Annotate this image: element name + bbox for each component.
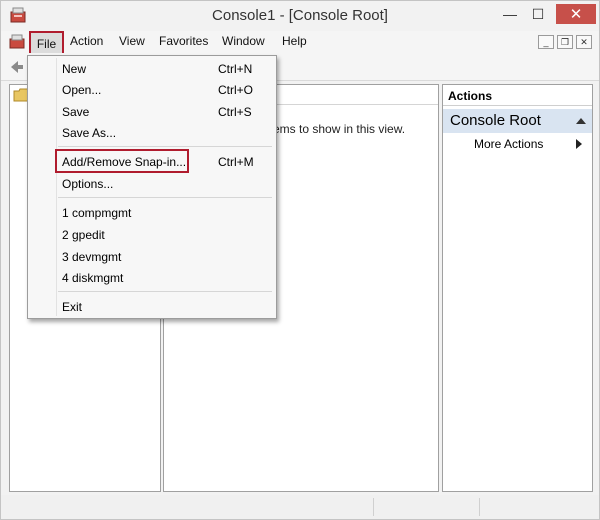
file-menu-dropdown: New Ctrl+N Open... Ctrl+O Save Ctrl+S Sa…	[27, 55, 277, 319]
status-divider	[479, 498, 480, 516]
menu-item-label: Options...	[62, 177, 114, 191]
menu-item-label: Open...	[62, 83, 102, 97]
menu-item-label: 1 compmgmt	[62, 206, 132, 220]
menu-item-options[interactable]: Options...	[28, 173, 276, 194]
menu-item-recent-1[interactable]: 1 compmgmt	[28, 202, 276, 223]
actions-header: Actions	[443, 85, 592, 106]
menu-item-label: Save	[62, 105, 90, 119]
menu-item-label: 3 devmgmt	[62, 250, 122, 264]
menu-item-shortcut: Ctrl+M	[218, 155, 254, 169]
menu-separator	[58, 146, 272, 147]
menu-help[interactable]: Help	[280, 34, 309, 48]
menu-item-shortcut: Ctrl+O	[218, 83, 254, 97]
actions-group-console-root[interactable]: Console Root	[443, 109, 592, 133]
menu-item-label: 2 gpedit	[62, 228, 105, 242]
menu-item-label: Exit	[62, 300, 83, 314]
actions-pane: Actions Console Root More Actions	[442, 84, 593, 492]
collapse-triangle-icon[interactable]	[576, 118, 586, 124]
menu-separator	[58, 291, 272, 292]
maximize-button[interactable]: ☐	[525, 4, 551, 24]
submenu-arrow-icon	[576, 139, 582, 149]
actions-group-label: Console Root	[450, 112, 541, 129]
menu-item-shortcut: Ctrl+N	[218, 62, 253, 76]
menu-item-save-as[interactable]: Save As...	[28, 122, 276, 143]
mmc-window: Console1 - [Console Root] — ☐ ✕ File Act…	[0, 0, 600, 520]
menu-item-label: Save As...	[62, 126, 117, 140]
menu-item-label: 4 diskmgmt	[62, 271, 124, 285]
menu-item-recent-2[interactable]: 2 gpedit	[28, 224, 276, 245]
menu-item-save[interactable]: Save Ctrl+S	[28, 101, 276, 122]
menu-window[interactable]: Window	[220, 34, 267, 48]
mdi-close-button[interactable]: ✕	[576, 35, 592, 49]
status-divider	[373, 498, 374, 516]
menu-action[interactable]: Action	[68, 34, 105, 48]
empty-results-message: ems to show in this view.	[273, 122, 406, 136]
menu-item-recent-3[interactable]: 3 devmgmt	[28, 246, 276, 267]
close-button[interactable]: ✕	[556, 4, 596, 24]
menu-item-shortcut: Ctrl+S	[218, 105, 252, 119]
menu-item-exit[interactable]: Exit	[28, 296, 276, 317]
menu-view[interactable]: View	[117, 34, 147, 48]
console-menu-icon[interactable]	[9, 34, 27, 50]
menu-favorites[interactable]: Favorites	[157, 34, 210, 48]
status-bar	[1, 495, 599, 519]
more-actions-link[interactable]: More Actions	[474, 137, 543, 151]
menu-item-new[interactable]: New Ctrl+N	[28, 58, 276, 79]
menu-item-recent-4[interactable]: 4 diskmgmt	[28, 267, 276, 288]
minimize-button[interactable]: —	[497, 4, 523, 24]
mdi-minimize-button[interactable]: _	[538, 35, 554, 49]
title-bar: Console1 - [Console Root] — ☐ ✕	[1, 1, 599, 31]
menu-separator	[58, 197, 272, 198]
highlight-annotation-box	[55, 149, 189, 173]
mdi-restore-button[interactable]: ❐	[557, 35, 573, 49]
menu-item-open[interactable]: Open... Ctrl+O	[28, 79, 276, 100]
back-arrow-icon[interactable]	[9, 59, 25, 75]
menu-bar: File Action View Favorites Window Help _…	[1, 31, 599, 57]
menu-item-label: New	[62, 62, 87, 76]
